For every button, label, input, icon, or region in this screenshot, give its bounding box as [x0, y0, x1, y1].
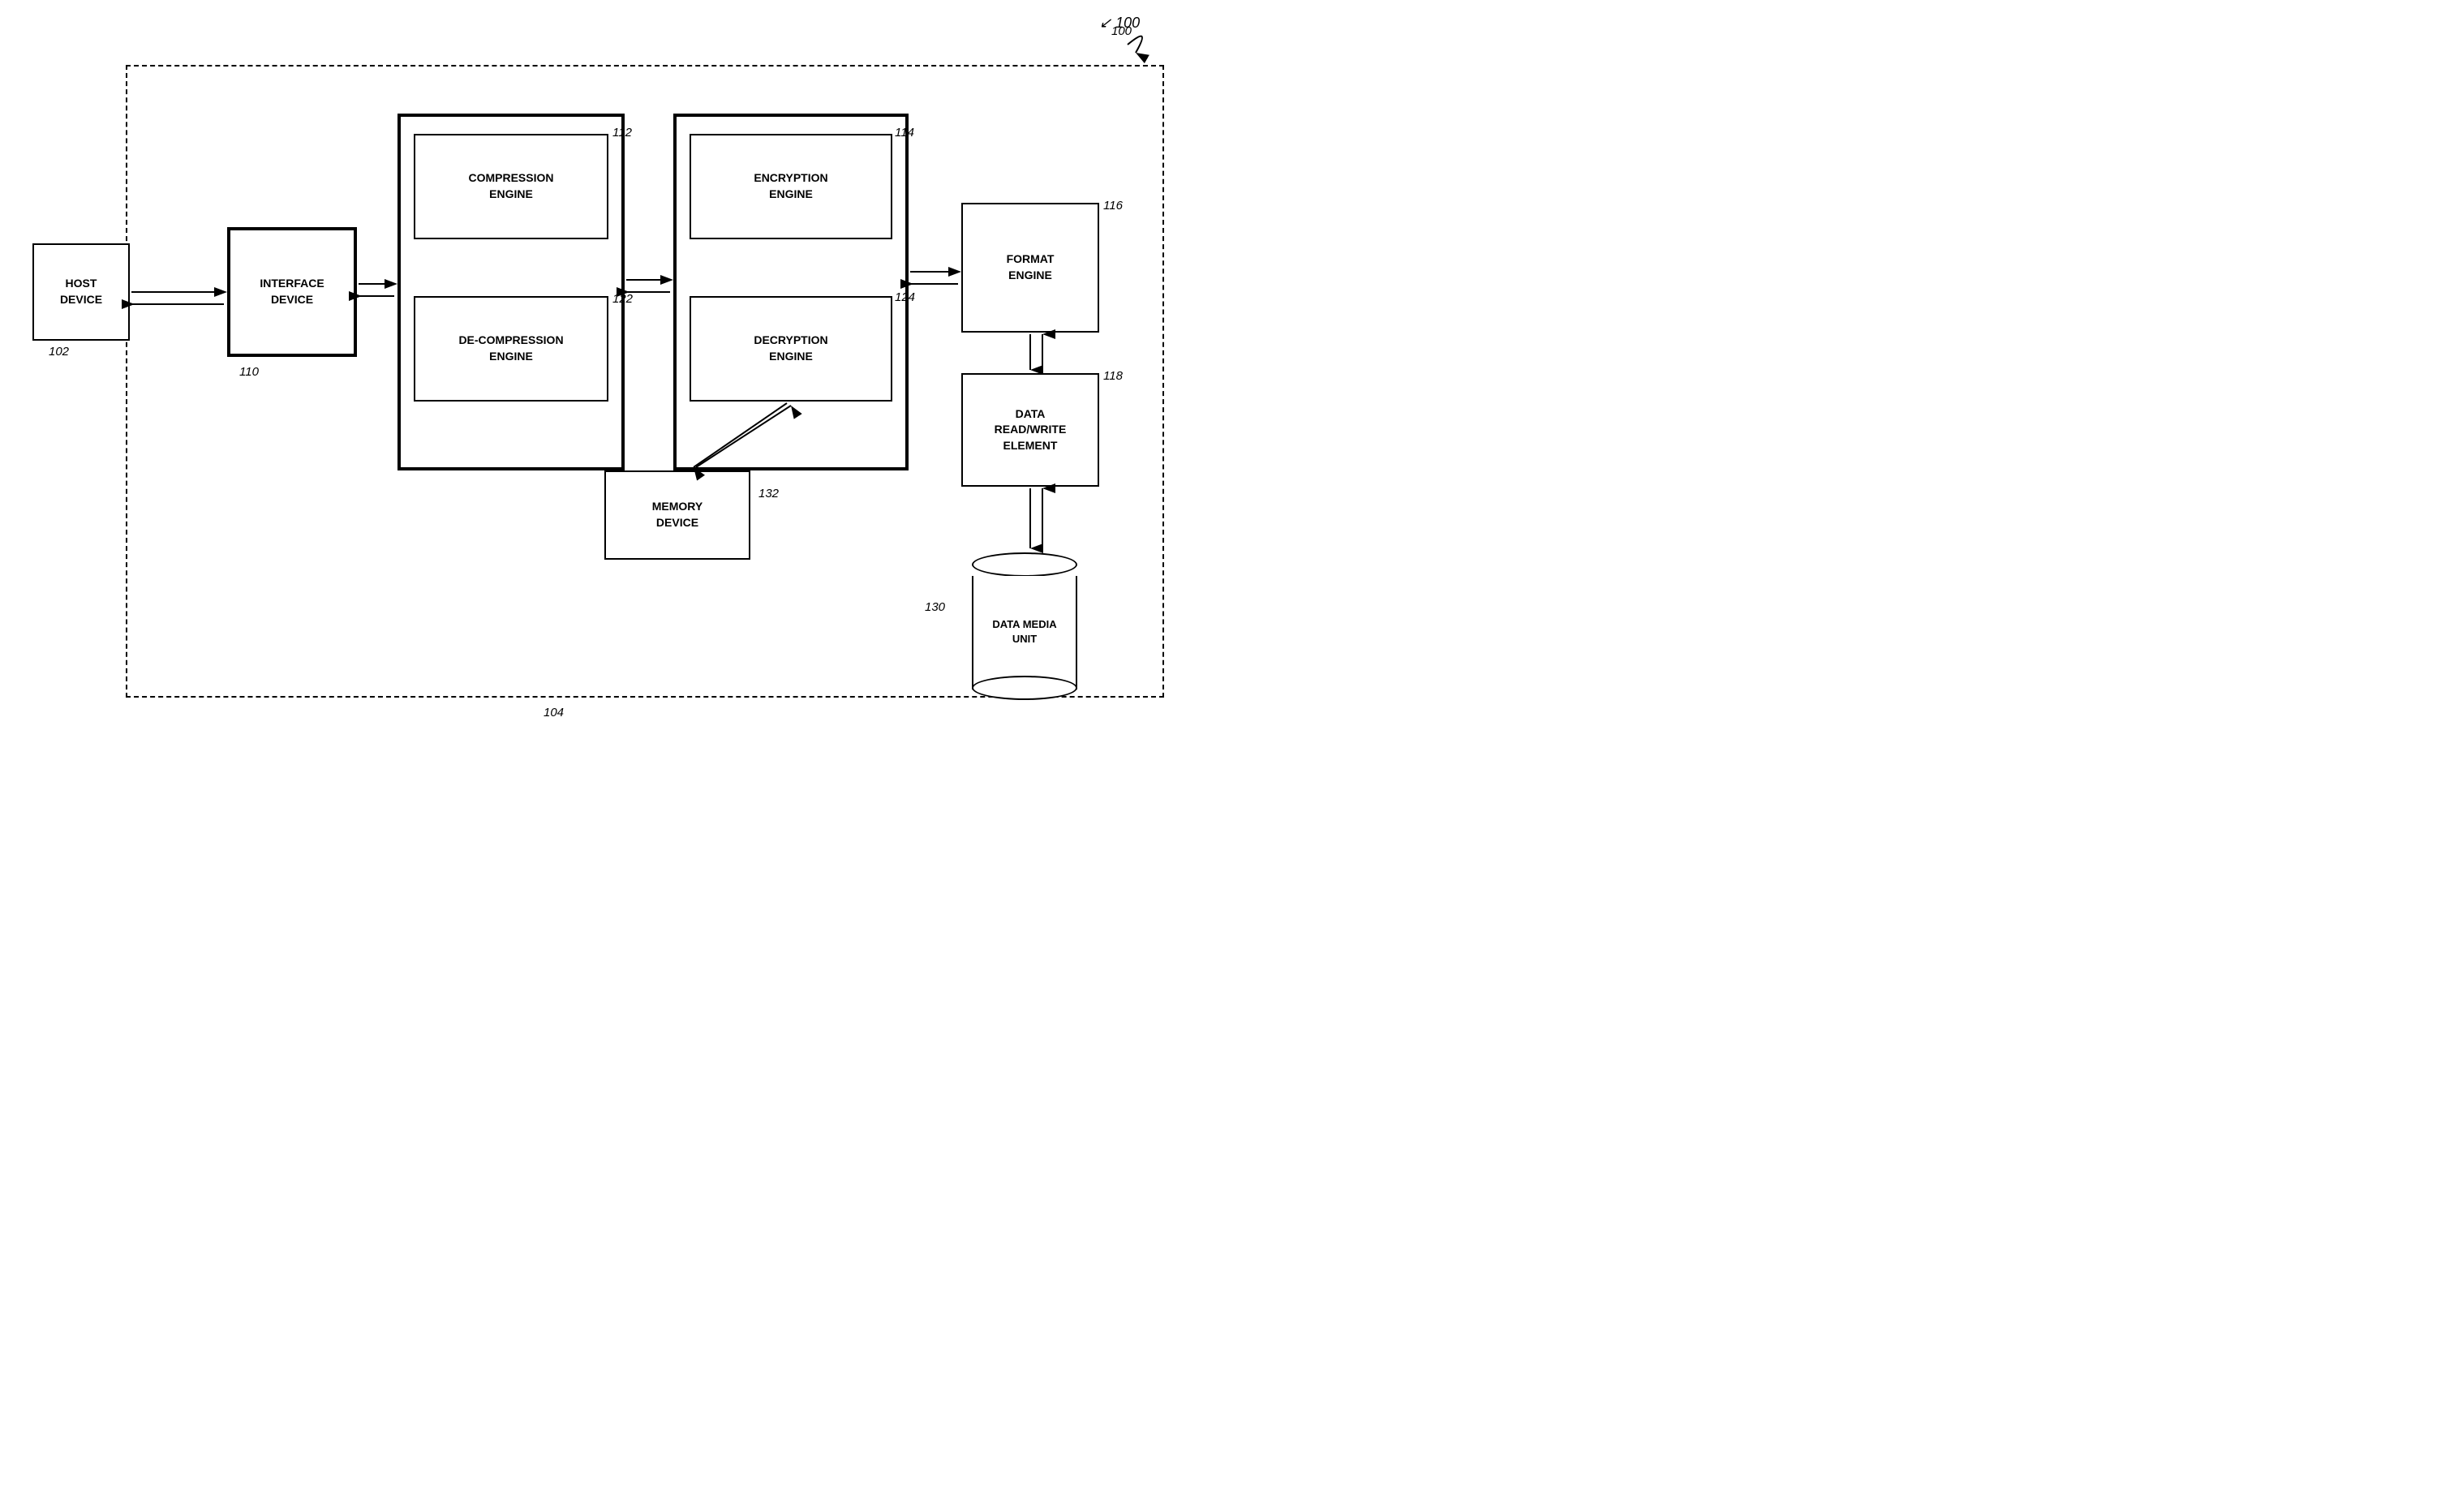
- data-media-unit-label: DATA MEDIAUNIT: [992, 617, 1056, 646]
- decryption-engine-block: DECRYPTIONENGINE: [690, 296, 892, 402]
- ref-132: 132: [758, 487, 779, 500]
- ref-100-top: ↙ 100: [1099, 15, 1140, 32]
- host-device-block: HOSTDEVICE: [32, 243, 130, 341]
- ref-122: 122: [612, 292, 633, 306]
- host-device-label: HOSTDEVICE: [60, 276, 102, 307]
- decompression-engine-block: DE-COMPRESSIONENGINE: [414, 296, 608, 402]
- encryption-engine-block: ENCRYPTIONENGINE: [690, 134, 892, 239]
- encryption-engine-label: ENCRYPTIONENGINE: [754, 170, 827, 202]
- ref-114: 114: [895, 126, 914, 140]
- cylinder-body: DATA MEDIAUNIT: [972, 576, 1077, 689]
- interface-device-block: INTERFACEDEVICE: [227, 227, 357, 357]
- ref-130: 130: [925, 600, 945, 614]
- ref-102: 102: [49, 345, 69, 359]
- data-read-write-label: DATAREAD/WRITEELEMENT: [995, 406, 1067, 454]
- diagram-container: 100 104 HOSTDEVICE 102 INTERFACEDEVICE 1…: [0, 0, 1222, 756]
- ref-118: 118: [1103, 369, 1123, 383]
- data-media-unit-cylinder: DATA MEDIAUNIT: [972, 552, 1077, 689]
- format-engine-block: FORMATENGINE: [961, 203, 1099, 333]
- compression-engine-label: COMPRESSIONENGINE: [468, 170, 553, 202]
- ref-112: 112: [612, 126, 632, 140]
- decompression-engine-label: DE-COMPRESSIONENGINE: [458, 333, 563, 364]
- cylinder-top: [972, 552, 1077, 577]
- memory-device-block: MEMORYDEVICE: [604, 470, 750, 560]
- compression-engine-block: COMPRESSIONENGINE: [414, 134, 608, 239]
- ref-104: 104: [544, 706, 564, 719]
- memory-device-label: MEMORYDEVICE: [652, 499, 703, 530]
- data-read-write-block: DATAREAD/WRITEELEMENT: [961, 373, 1099, 487]
- ref-124: 124: [895, 290, 915, 304]
- ref-116: 116: [1103, 199, 1123, 213]
- format-engine-label: FORMATENGINE: [1007, 251, 1055, 283]
- cylinder-bottom-ellipse: [972, 676, 1077, 700]
- interface-device-label: INTERFACEDEVICE: [260, 276, 324, 307]
- ref-110: 110: [239, 365, 259, 379]
- decryption-engine-label: DECRYPTIONENGINE: [754, 333, 827, 364]
